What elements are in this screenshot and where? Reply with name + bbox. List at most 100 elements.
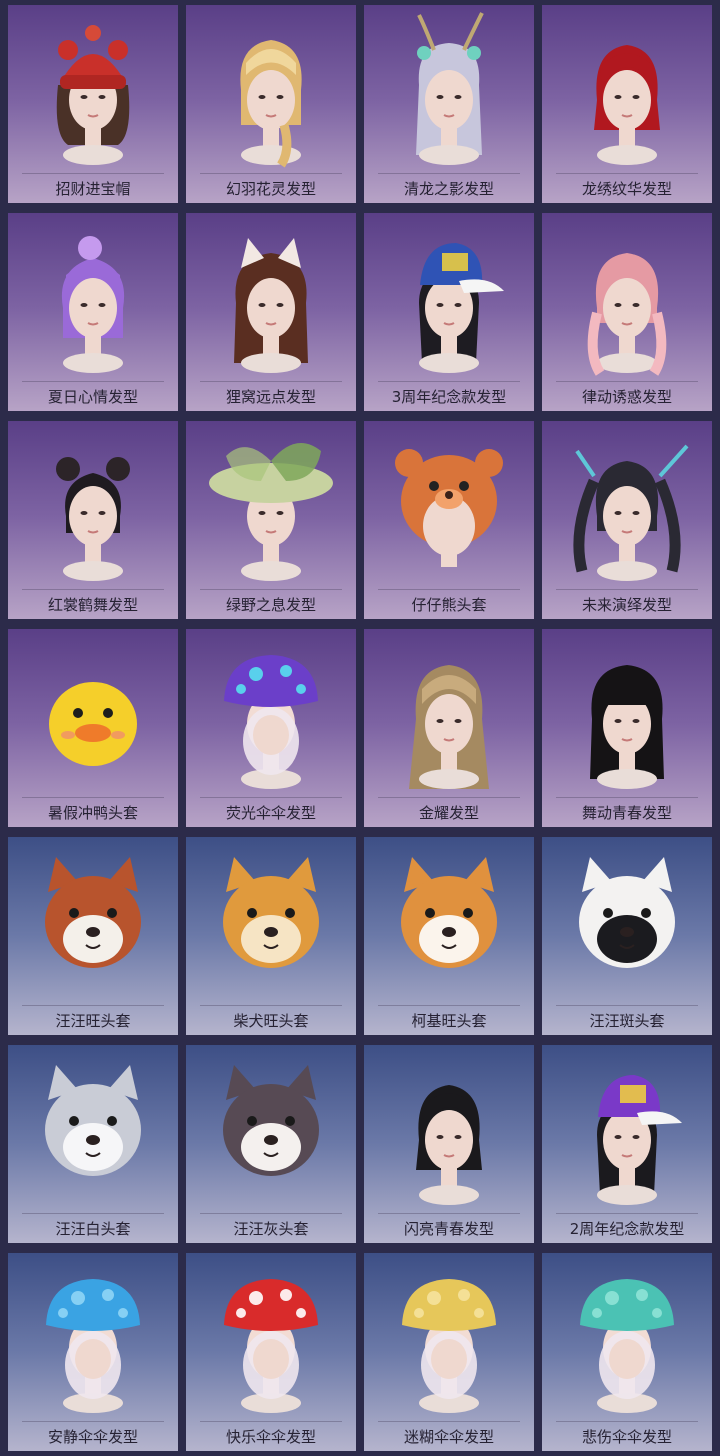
item-card[interactable]: 闪亮青春发型 — [364, 1045, 534, 1243]
butterfly-hat-hairstyle-icon — [209, 443, 333, 581]
divider — [378, 797, 520, 798]
blue-mushroom-hairstyle-icon — [46, 1279, 140, 1413]
item-card[interactable]: 2周年纪念款发型 — [542, 1045, 712, 1243]
shiba-dog-headgear-icon — [223, 857, 319, 968]
item-name: 悲伤伞伞发型 — [581, 1428, 672, 1446]
divider — [22, 1213, 164, 1214]
shiba-red-dog-headgear-icon — [45, 857, 141, 968]
item-card[interactable]: 龙绣纹华发型 — [542, 5, 712, 203]
divider — [378, 1005, 520, 1006]
divider — [378, 1213, 520, 1214]
item-name: 未来演绎发型 — [581, 596, 672, 614]
item-name: 招财进宝帽 — [55, 180, 131, 198]
gray-husky-headgear-icon — [223, 1065, 319, 1176]
black-straight-hairstyle-icon — [590, 665, 664, 789]
red-knit-hat-hairstyle-icon — [56, 25, 130, 165]
item-card[interactable]: 绿野之息发型 — [186, 421, 356, 619]
item-card[interactable]: 红裳鹤舞发型 — [8, 421, 178, 619]
item-name: 汪汪旺头套 — [55, 1012, 131, 1030]
item-name: 2周年纪念款发型 — [569, 1220, 685, 1238]
purple-cap-hairstyle-icon — [597, 1075, 682, 1205]
item-card[interactable]: 迷糊伞伞发型 — [364, 1253, 534, 1451]
silver-dragon-horn-hairstyle-icon — [416, 12, 484, 165]
item-card[interactable]: 汪汪白头套 — [8, 1045, 178, 1243]
item-card[interactable]: 柯基旺头套 — [364, 837, 534, 1035]
divider — [200, 173, 342, 174]
divider — [556, 797, 698, 798]
black-bob-hairstyle-icon — [416, 1085, 482, 1205]
double-bun-hairstyle-icon — [56, 457, 130, 581]
item-name: 幻羽花灵发型 — [225, 180, 316, 198]
divider — [200, 1421, 342, 1422]
item-card[interactable]: 汪汪灰头套 — [186, 1045, 356, 1243]
item-name: 律动诱惑发型 — [581, 388, 672, 406]
item-name: 快乐伞伞发型 — [225, 1428, 316, 1446]
item-card[interactable]: 律动诱惑发型 — [542, 213, 712, 411]
item-card[interactable]: 幻羽花灵发型 — [186, 5, 356, 203]
item-card[interactable]: 荧光伞伞发型 — [186, 629, 356, 827]
divider — [22, 1005, 164, 1006]
item-card[interactable]: 招财进宝帽 — [8, 5, 178, 203]
red-bob-hairstyle-icon — [594, 45, 660, 165]
divider — [556, 1421, 698, 1422]
item-card[interactable]: 夏日心情发型 — [8, 213, 178, 411]
item-card[interactable]: 未来演绎发型 — [542, 421, 712, 619]
item-name: 3周年纪念款发型 — [391, 388, 507, 406]
item-card[interactable]: 狸窝远点发型 — [186, 213, 356, 411]
divider — [22, 173, 164, 174]
item-name: 舞动青春发型 — [581, 804, 672, 822]
item-name: 仔仔熊头套 — [411, 596, 487, 614]
cat-ear-hairstyle-icon — [234, 238, 308, 373]
duck-headgear-icon — [49, 682, 137, 766]
item-name: 闪亮青春发型 — [403, 1220, 494, 1238]
divider — [556, 173, 698, 174]
item-name: 柴犬旺头套 — [233, 1012, 309, 1030]
golden-long-hairstyle-icon — [409, 665, 489, 789]
item-name: 柯基旺头套 — [411, 1012, 487, 1030]
corgi-headgear-icon — [401, 857, 497, 968]
divider — [200, 1005, 342, 1006]
item-name: 汪汪斑头套 — [589, 1012, 665, 1030]
item-card[interactable]: 清龙之影发型 — [364, 5, 534, 203]
item-name: 龙绣纹华发型 — [581, 180, 672, 198]
item-card[interactable]: 汪汪旺头套 — [8, 837, 178, 1035]
divider — [378, 381, 520, 382]
divider — [200, 589, 342, 590]
glowing-mushroom-hairstyle-icon — [224, 655, 318, 789]
divider — [556, 381, 698, 382]
item-card[interactable]: 柴犬旺头套 — [186, 837, 356, 1035]
red-spotted-mushroom-hairstyle-icon — [224, 1279, 318, 1413]
item-card[interactable]: 金耀发型 — [364, 629, 534, 827]
item-card[interactable]: 快乐伞伞发型 — [186, 1253, 356, 1451]
divider — [200, 797, 342, 798]
divider — [22, 797, 164, 798]
yellow-mushroom-hairstyle-icon — [402, 1279, 496, 1413]
item-grid: 招财进宝帽 幻羽花灵发型 清龙之影发型 龙绣纹华发型夏日心情发型 狸窝远点发型 3周年纪念… — [0, 0, 720, 1456]
item-name: 绿野之息发型 — [225, 596, 316, 614]
item-card[interactable]: 安静伞伞发型 — [8, 1253, 178, 1451]
divider — [378, 589, 520, 590]
divider — [378, 173, 520, 174]
teal-mushroom-hairstyle-icon — [580, 1279, 674, 1413]
divider — [556, 1005, 698, 1006]
item-card[interactable]: 仔仔熊头套 — [364, 421, 534, 619]
item-name: 红裳鹤舞发型 — [47, 596, 138, 614]
item-card[interactable]: 汪汪斑头套 — [542, 837, 712, 1035]
item-name: 清龙之影发型 — [403, 180, 494, 198]
item-card[interactable]: 3周年纪念款发型 — [364, 213, 534, 411]
item-name: 暑假冲鸭头套 — [47, 804, 138, 822]
blonde-braid-hairstyle-icon — [240, 40, 302, 168]
divider — [22, 1421, 164, 1422]
purple-bun-hairstyle-icon — [61, 236, 125, 373]
divider — [200, 381, 342, 382]
item-card[interactable]: 舞动青春发型 — [542, 629, 712, 827]
item-card[interactable]: 悲伤伞伞发型 — [542, 1253, 712, 1451]
item-card[interactable]: 暑假冲鸭头套 — [8, 629, 178, 827]
blue-yellow-cap-hairstyle-icon — [419, 243, 504, 373]
divider — [200, 1213, 342, 1214]
divider — [378, 1421, 520, 1422]
divider — [556, 589, 698, 590]
pink-twintail-hairstyle-icon — [587, 253, 667, 376]
item-name: 金耀发型 — [418, 804, 479, 822]
bear-headgear-icon — [395, 449, 503, 567]
